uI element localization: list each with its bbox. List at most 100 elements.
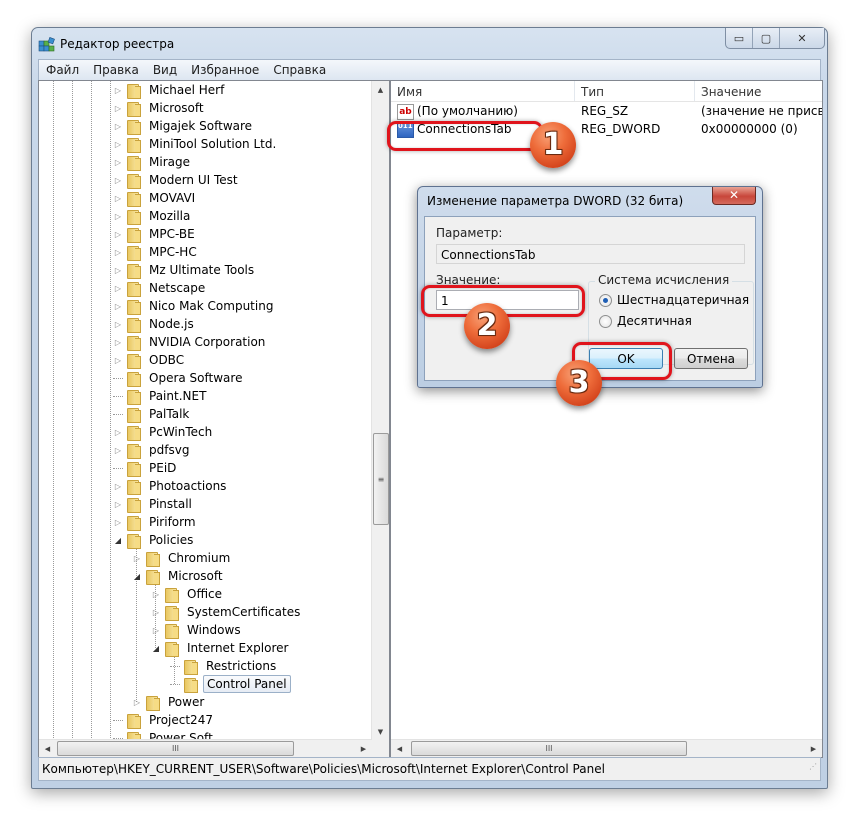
tree-item[interactable]: ▷ Mz Ultimate Tools xyxy=(113,261,257,279)
expand-arrow-icon[interactable]: ▷ xyxy=(113,247,123,257)
expand-arrow-icon[interactable]: ▷ xyxy=(113,103,123,113)
scroll-left-icon[interactable]: ◀ xyxy=(39,740,56,757)
tree-item[interactable]: Project247 xyxy=(113,711,216,729)
title-bar: Редактор реестра ▭ ▢ ✕ xyxy=(32,28,827,60)
expand-arrow-icon[interactable]: ▷ xyxy=(151,589,161,599)
collapse-arrow-icon[interactable]: ◢ xyxy=(132,571,142,581)
tree-item[interactable]: ▷ Power xyxy=(132,693,207,711)
expand-arrow-icon[interactable]: ▷ xyxy=(151,607,161,617)
column-value[interactable]: Значение xyxy=(695,81,822,101)
expand-arrow-icon[interactable]: ▷ xyxy=(113,499,123,509)
list-row[interactable]: ab (По умолчанию) REG_SZ (значение не при… xyxy=(391,102,822,120)
expand-arrow-icon[interactable]: ▷ xyxy=(113,85,123,95)
tree-item[interactable]: ◢ Microsoft xyxy=(132,567,226,585)
tree-item[interactable]: ▷ PcWinTech xyxy=(113,423,215,441)
tree-item[interactable]: ◢ Policies xyxy=(113,531,196,549)
expand-arrow-icon[interactable]: ▷ xyxy=(113,139,123,149)
tree-item[interactable]: ▷ Chromium xyxy=(132,549,233,567)
tree-item[interactable]: ▷ Mirage xyxy=(113,153,193,171)
expand-arrow-icon[interactable]: ▷ xyxy=(113,175,123,185)
tree-item[interactable]: PEiD xyxy=(113,459,179,477)
scroll-right-icon[interactable]: ▶ xyxy=(805,740,822,757)
expand-arrow-icon[interactable]: ▷ xyxy=(132,553,142,563)
expand-arrow-icon[interactable]: ▷ xyxy=(113,337,123,347)
hscroll-thumb[interactable]: III xyxy=(411,741,687,756)
menu-favorites[interactable]: Избранное xyxy=(184,63,266,77)
expand-arrow-icon[interactable]: ▷ xyxy=(113,445,123,455)
menu-file[interactable]: Файл xyxy=(39,63,86,77)
tree-item[interactable]: ▷ Modern UI Test xyxy=(113,171,241,189)
expand-arrow-icon[interactable]: ▷ xyxy=(113,265,123,275)
tree-item[interactable]: Paint.NET xyxy=(113,387,209,405)
hscroll-thumb[interactable]: III xyxy=(57,741,294,756)
cancel-button[interactable]: Отмена xyxy=(674,348,748,369)
column-type[interactable]: Тип xyxy=(575,81,695,101)
tree-item[interactable]: ▷ Migajek Software xyxy=(113,117,255,135)
expand-arrow-icon[interactable]: ▷ xyxy=(113,319,123,329)
expand-arrow-icon[interactable]: ▷ xyxy=(113,283,123,293)
radio-hexadecimal[interactable]: Шестнадцатеричная xyxy=(599,293,749,307)
tree-item[interactable]: Opera Software xyxy=(113,369,245,387)
tree-item[interactable]: ▷ Node.js xyxy=(113,315,197,333)
expand-arrow-icon[interactable]: ▷ xyxy=(113,121,123,131)
resize-grip-icon[interactable]: ⋰ xyxy=(809,758,817,778)
scroll-down-icon[interactable]: ▼ xyxy=(372,723,389,740)
expand-arrow-icon[interactable]: ▷ xyxy=(113,193,123,203)
folder-icon xyxy=(127,83,141,99)
expand-arrow-icon[interactable]: ▷ xyxy=(113,517,123,527)
tree-item[interactable]: Control Panel xyxy=(170,675,291,693)
close-button[interactable]: ✕ xyxy=(780,28,824,48)
tree-item[interactable]: PalTalk xyxy=(113,405,192,423)
scroll-thumb[interactable]: ≡ xyxy=(373,433,389,525)
tree-item[interactable]: ▷ Photoactions xyxy=(113,477,229,495)
scroll-left-icon[interactable]: ◀ xyxy=(391,740,408,757)
menu-edit[interactable]: Правка xyxy=(86,63,146,77)
tree-item[interactable]: ▷ Nico Mak Computing xyxy=(113,297,276,315)
tree-vertical-scrollbar[interactable]: ▲ ≡ ▼ xyxy=(371,81,389,740)
expand-arrow-icon[interactable]: ▷ xyxy=(113,355,123,365)
tree-item[interactable]: ◢ Internet Explorer xyxy=(151,639,291,657)
tree-item[interactable]: ▷ MPC-BE xyxy=(113,225,198,243)
radio-decimal[interactable]: Десятичная xyxy=(599,314,692,328)
expand-arrow-icon[interactable]: ▷ xyxy=(151,625,161,635)
tree-item[interactable]: ▷ Piriform xyxy=(113,513,199,531)
tree-item[interactable]: ▷ MPC-HC xyxy=(113,243,200,261)
dialog-close-button[interactable]: ✕ xyxy=(712,187,756,205)
collapse-arrow-icon[interactable]: ◢ xyxy=(151,643,161,653)
folder-open-icon xyxy=(146,569,160,585)
value-type: REG_DWORD xyxy=(581,122,661,136)
tree-item[interactable]: ▷ MOVAVI xyxy=(113,189,198,207)
column-name[interactable]: Имя xyxy=(391,81,575,101)
tree-item[interactable]: ▷ Windows xyxy=(151,621,244,639)
folder-icon xyxy=(127,425,141,441)
scroll-up-icon[interactable]: ▲ xyxy=(372,81,389,98)
tree-item[interactable]: ▷ Pinstall xyxy=(113,495,195,513)
maximize-button[interactable]: ▢ xyxy=(753,28,780,48)
tree-item[interactable]: ▷ Netscape xyxy=(113,279,208,297)
tree-item[interactable]: ▷ SystemCertificates xyxy=(151,603,303,621)
expand-arrow-icon[interactable]: ▷ xyxy=(113,481,123,491)
tree-item[interactable]: ▷ Microsoft xyxy=(113,99,207,117)
expand-arrow-icon[interactable]: ▷ xyxy=(113,229,123,239)
menu-help[interactable]: Справка xyxy=(266,63,333,77)
tree-item[interactable]: ▷ ODBC xyxy=(113,351,187,369)
tree-item[interactable]: ▷ Office xyxy=(151,585,225,603)
tree-item[interactable]: ▷ Mozilla xyxy=(113,207,193,225)
collapse-arrow-icon[interactable]: ◢ xyxy=(113,535,123,545)
expand-arrow-icon[interactable]: ▷ xyxy=(113,157,123,167)
expand-arrow-icon[interactable]: ▷ xyxy=(113,427,123,437)
tree-item[interactable]: ▷ pdfsvg xyxy=(113,441,192,459)
expand-arrow-icon[interactable]: ▷ xyxy=(113,211,123,221)
tree-horizontal-scrollbar[interactable]: ◀ III ▶ xyxy=(39,739,372,757)
scroll-right-icon[interactable]: ▶ xyxy=(355,740,372,757)
expand-arrow-icon[interactable]: ▷ xyxy=(132,697,142,707)
list-horizontal-scrollbar[interactable]: ◀ III ▶ xyxy=(391,739,822,757)
close-icon: ✕ xyxy=(797,31,807,45)
minimize-button[interactable]: ▭ xyxy=(726,28,753,48)
menu-view[interactable]: Вид xyxy=(146,63,184,77)
tree-item[interactable]: ▷ MiniTool Solution Ltd. xyxy=(113,135,279,153)
tree-item[interactable]: ▷ Michael Herf xyxy=(113,81,227,99)
tree-item[interactable]: Restrictions xyxy=(170,657,279,675)
tree-item[interactable]: ▷ NVIDIA Corporation xyxy=(113,333,268,351)
expand-arrow-icon[interactable]: ▷ xyxy=(113,301,123,311)
